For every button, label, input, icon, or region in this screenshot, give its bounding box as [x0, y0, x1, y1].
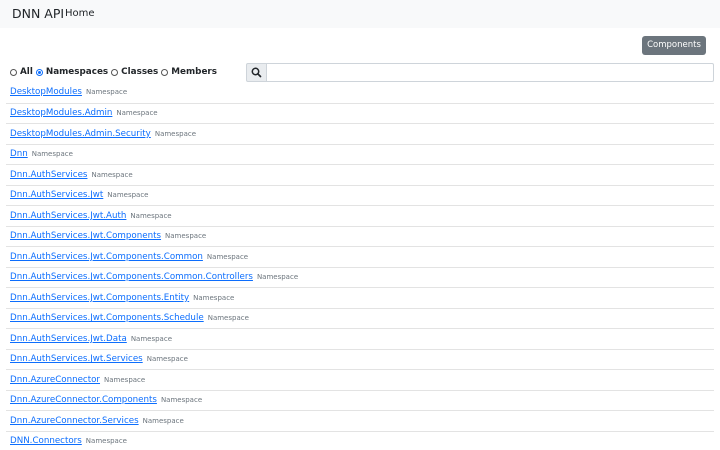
namespace-link[interactable]: Dnn.AuthServices.Jwt.Auth	[10, 211, 126, 221]
kind-label: Namespace	[107, 191, 149, 200]
list-item: Dnn.AuthServices.Jwt.Data Namespace	[6, 328, 714, 349]
namespace-link[interactable]: Dnn.AuthServices.Jwt.Components.Schedule	[10, 313, 204, 323]
namespace-link[interactable]: Dnn.AzureConnector.Components	[10, 395, 157, 405]
list-item: Dnn.AuthServices Namespace	[6, 164, 714, 185]
kind-label: Namespace	[206, 252, 249, 261]
radio-label-classes[interactable]: Classes	[121, 67, 158, 77]
namespace-link[interactable]: Dnn.AuthServices.Jwt.Components	[10, 231, 161, 241]
kind-label: Namespace	[165, 232, 207, 241]
kind-label: Namespace	[116, 109, 158, 118]
namespace-link[interactable]: DesktopModules.Admin	[10, 108, 112, 118]
radio-all[interactable]	[10, 68, 17, 76]
radio-label-members[interactable]: Members	[171, 67, 217, 77]
namespace-link[interactable]: Dnn.AuthServices	[10, 170, 87, 180]
namespace-link[interactable]: Dnn.AuthServices.Jwt.Components.Common.C…	[10, 272, 253, 282]
kind-label: Namespace	[85, 437, 127, 446]
list-item: Dnn.AzureConnector Namespace	[6, 369, 714, 390]
list-item: Dnn.AuthServices.Jwt.Components.Common.C…	[6, 266, 714, 288]
navbar: DNN API Home	[0, 0, 720, 28]
list-item: Dnn Namespace	[6, 143, 714, 165]
list-item: Dnn.AuthServices.Jwt.Components.Schedule…	[6, 307, 714, 329]
radio-namespaces[interactable]	[35, 68, 43, 76]
kind-label: Namespace	[85, 88, 128, 97]
kind-label: Namespace	[104, 375, 146, 384]
kind-label: Namespace	[256, 273, 299, 282]
list-item: DesktopModules.Admin Namespace	[6, 102, 714, 124]
kind-label: Namespace	[142, 416, 184, 425]
list-item: DesktopModules.Admin.Security Namespace	[6, 123, 714, 144]
namespace-list: DesktopModules Namespace DesktopModules.Ad…	[6, 82, 714, 450]
kind-label: Namespace	[31, 150, 73, 159]
namespace-link[interactable]: DesktopModules.Admin.Security	[10, 129, 151, 139]
namespace-link[interactable]: Dnn.AzureConnector.Services	[10, 416, 139, 426]
kind-label: Namespace	[91, 170, 133, 179]
list-item: Dnn.AuthServices.Jwt.Components.Entity Na…	[6, 287, 714, 308]
namespace-link[interactable]: Dnn	[10, 149, 28, 159]
kind-label: Namespace	[193, 293, 235, 302]
namespace-link[interactable]: DNN.Connectors	[10, 436, 82, 446]
components-button[interactable]: Components	[642, 36, 706, 55]
kind-label: Namespace	[146, 355, 188, 364]
brand-link[interactable]: DNN API	[12, 6, 64, 22]
home-link[interactable]: Home	[65, 7, 95, 21]
list-item: Dnn.AzureConnector.Components Namespace	[6, 389, 714, 411]
namespace-link[interactable]: Dnn.AuthServices.Jwt.Data	[10, 334, 127, 344]
kind-label: Namespace	[154, 129, 197, 138]
list-item: Dnn.AzureConnector.Services Namespace	[6, 410, 714, 431]
namespace-link[interactable]: Dnn.AuthServices.Jwt.Components.Entity	[10, 293, 189, 303]
list-item: DesktopModules Namespace	[6, 82, 714, 103]
list-item: Dnn.AuthServices.Jwt.Components Namespace	[6, 225, 714, 247]
list-item: Dnn.AuthServices.Jwt.Services Namespace	[6, 348, 714, 370]
kind-label: Namespace	[207, 314, 249, 323]
namespace-link[interactable]: Dnn.AuthServices.Jwt.Components.Common	[10, 252, 203, 262]
filter-radio-group: All Namespaces Classes Members	[10, 66, 220, 78]
list-item: Dnn.AuthServices.Jwt Namespace	[6, 184, 714, 206]
namespace-link[interactable]: DesktopModules	[10, 87, 82, 97]
radio-label-all[interactable]: All	[20, 67, 33, 77]
radio-label-namespaces[interactable]: Namespaces	[46, 67, 108, 77]
radio-members[interactable]	[161, 68, 169, 76]
search-icon[interactable]	[246, 63, 267, 82]
kind-label: Namespace	[130, 211, 172, 220]
radio-classes[interactable]	[111, 68, 119, 76]
kind-label: Namespace	[130, 334, 172, 343]
namespace-link[interactable]: Dnn.AuthServices.Jwt.Services	[10, 354, 143, 364]
namespace-link[interactable]: Dnn.AzureConnector	[10, 375, 100, 385]
list-item: DNN.Connectors Namespace	[6, 430, 714, 450]
search-input[interactable]	[266, 63, 714, 82]
search-group	[246, 63, 714, 82]
list-item: Dnn.AuthServices.Jwt.Auth Namespace	[6, 205, 714, 226]
namespace-link[interactable]: Dnn.AuthServices.Jwt	[10, 190, 103, 200]
kind-label: Namespace	[160, 396, 203, 405]
list-item: Dnn.AuthServices.Jwt.Components.Common Na…	[6, 246, 714, 267]
